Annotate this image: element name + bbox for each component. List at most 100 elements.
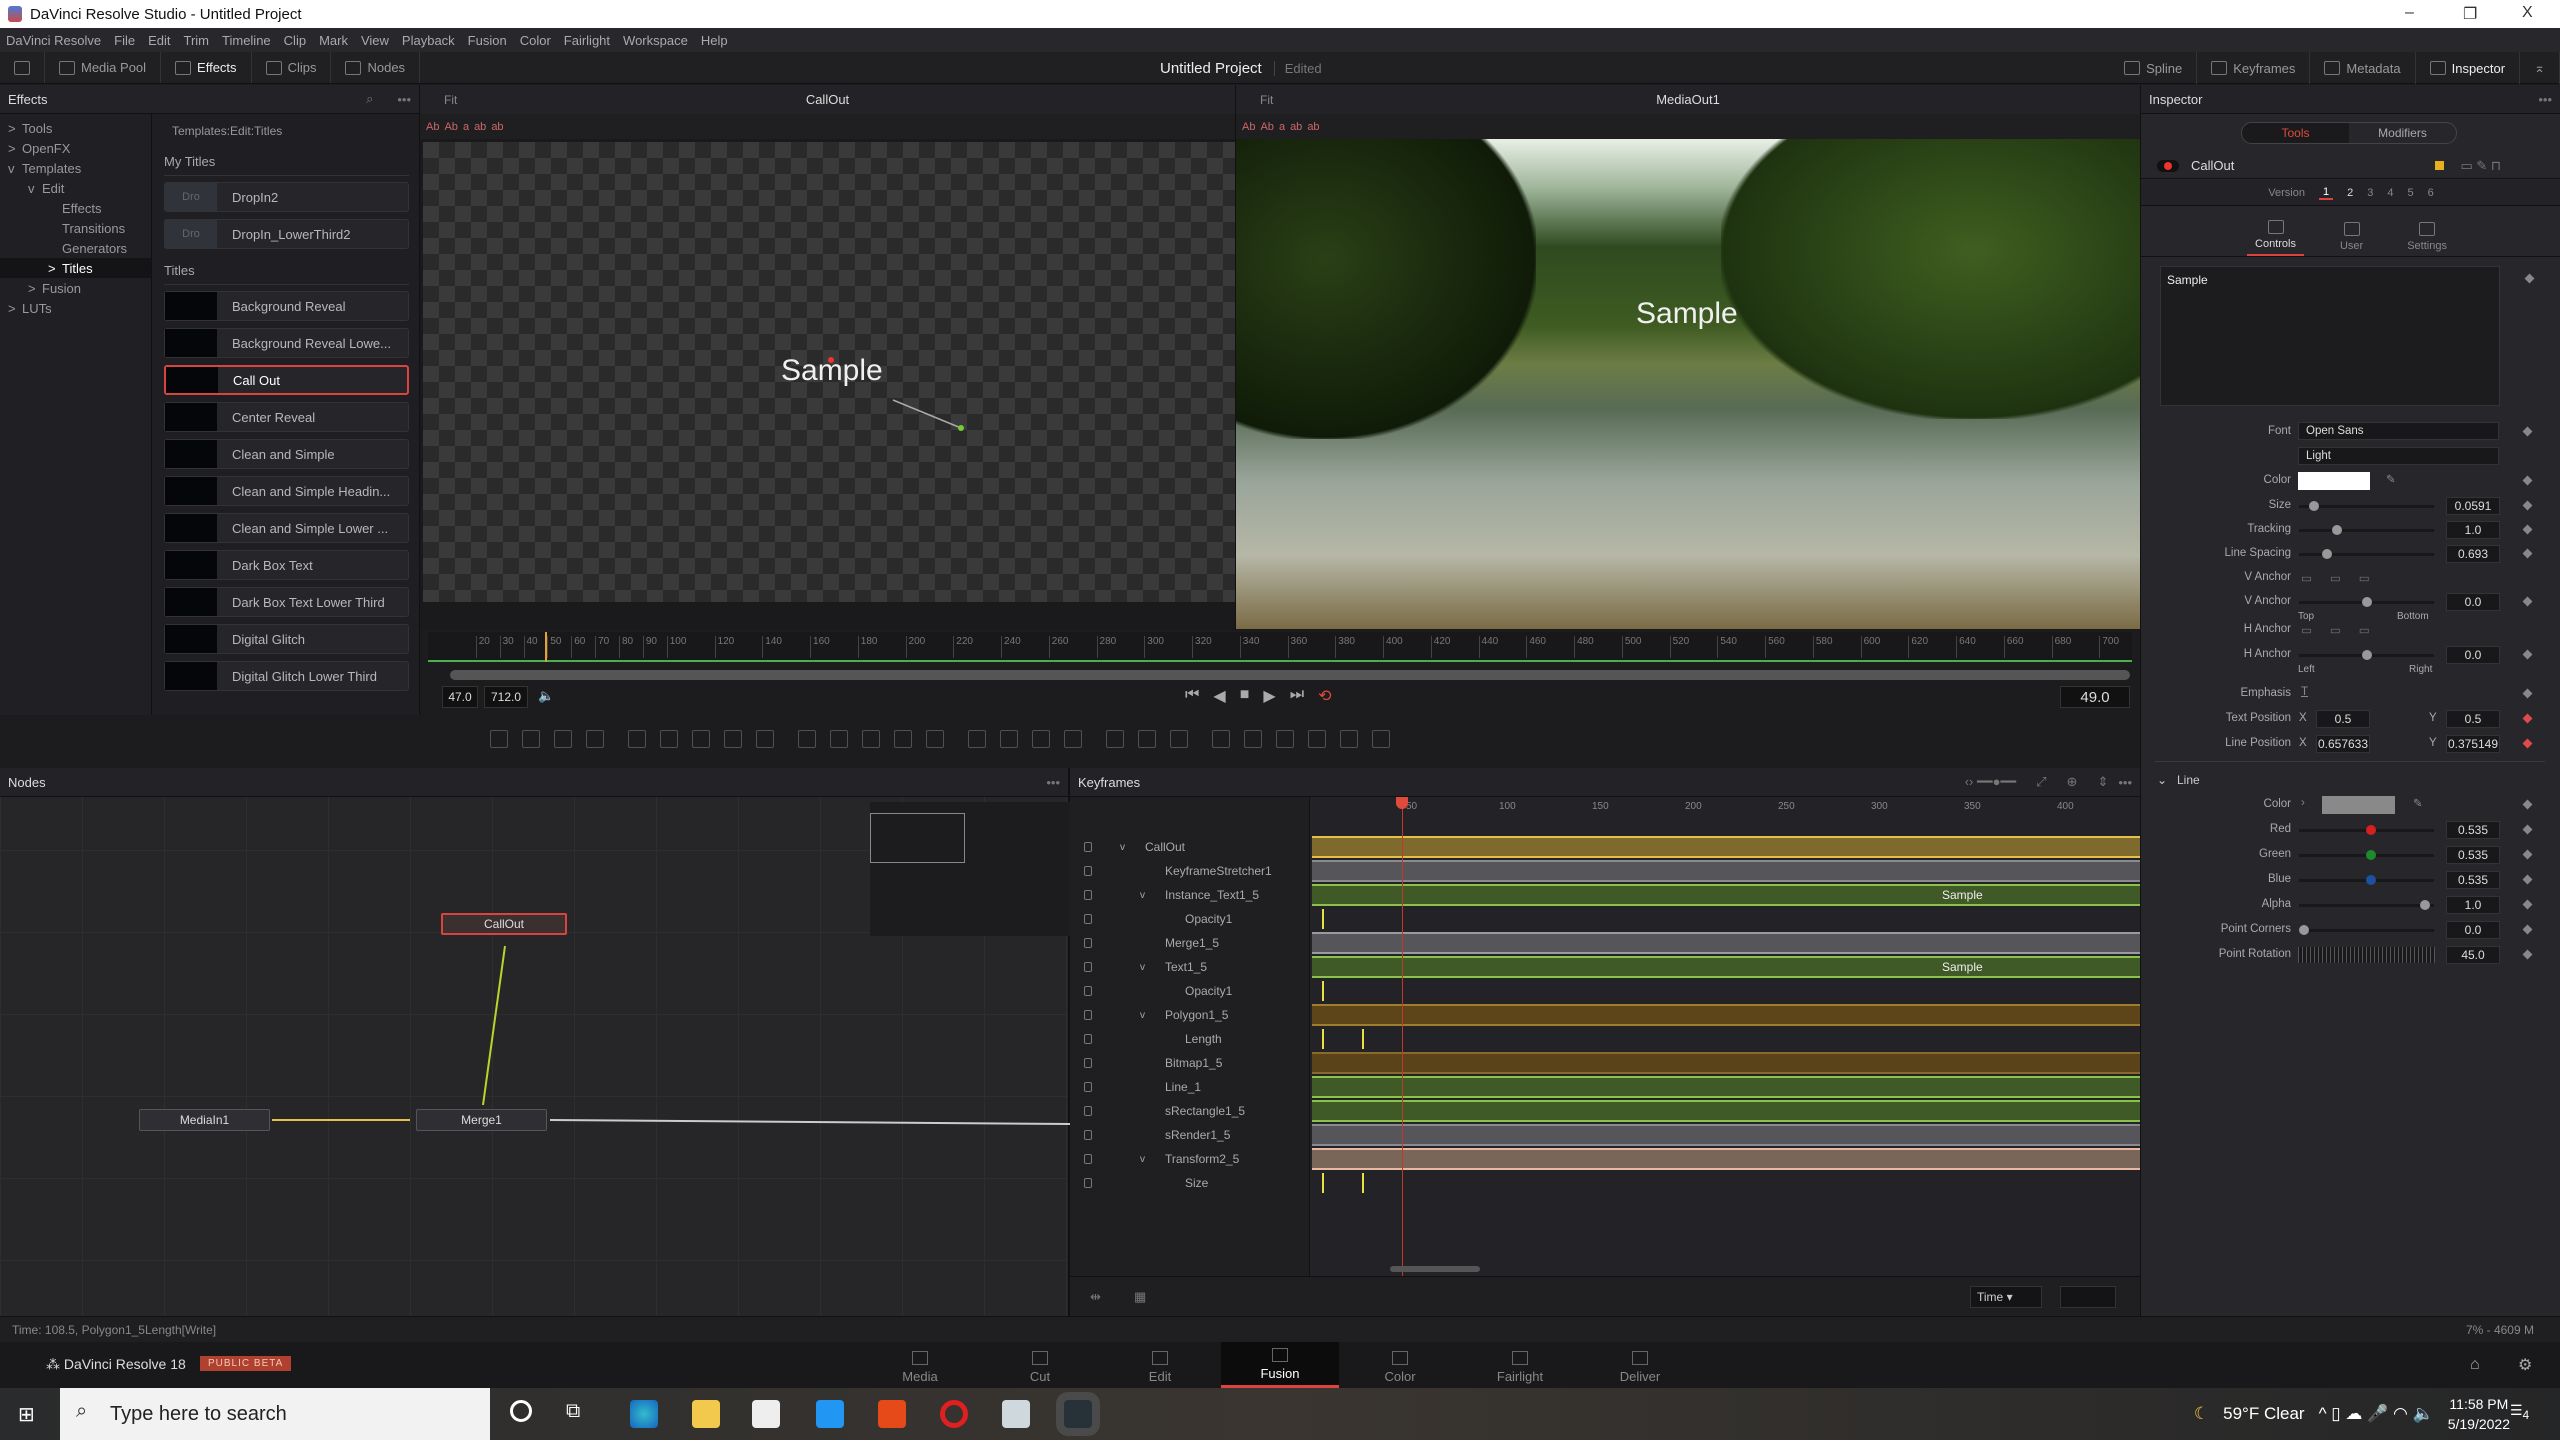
menu-fairlight[interactable]: Fairlight [564,33,610,48]
slider[interactable] [2299,825,2434,835]
menu-workspace[interactable]: Workspace [623,33,688,48]
keyframe-diamond-icon[interactable] [2524,273,2535,284]
keyframe-diamond-icon[interactable] [2522,849,2533,860]
keyframe-diamond-icon[interactable] [2522,924,2533,935]
slider[interactable] [2299,925,2434,935]
slider-knob[interactable] [2365,825,2376,835]
time-stretch-icon[interactable]: ⇹ [1090,1289,1101,1305]
toolbar-media-pool-button[interactable]: Media Pool [45,52,162,83]
ellipse-icon[interactable] [1000,730,1018,748]
kf-track-bar[interactable] [1312,860,2140,882]
kf-row-label[interactable]: Opacity1 [1070,979,1310,1003]
lock-icon[interactable] [1084,890,1092,900]
opera-icon[interactable] [940,1400,968,1428]
slider[interactable] [2299,875,2434,885]
menu-mark[interactable]: Mark [319,33,348,48]
resize-icon[interactable] [894,730,912,748]
value-field[interactable]: 0.0 [2446,593,2500,611]
kf-row-label[interactable]: Length [1070,1027,1310,1051]
notification-center-icon[interactable]: ☰4 [2510,1402,2529,1422]
version-5[interactable]: 5 [2407,187,2413,199]
merge-icon[interactable] [798,730,816,748]
keyframe-diamond-icon[interactable] [2522,426,2533,437]
monitor-app-icon[interactable] [1002,1400,1030,1428]
expand-icon[interactable]: ⇕ [2097,774,2108,790]
cortana-icon[interactable] [510,1400,532,1422]
styled-text-input[interactable]: Sample [2160,266,2500,406]
keyframe-diamond-icon[interactable] [2522,475,2533,486]
keyframe-diamond-icon[interactable] [2522,949,2533,960]
toolbar-keyframes-button[interactable]: Keyframes [2197,52,2311,84]
value-field[interactable]: 0.535 [2446,846,2500,864]
image-plane-icon[interactable] [1244,730,1262,748]
store-icon[interactable] [752,1400,780,1428]
kf-row-label[interactable]: Merge1_5 [1070,931,1310,955]
toolbar-inspector-button[interactable]: Inspector [2416,52,2521,84]
curves-icon[interactable] [692,730,710,748]
file-explorer-icon[interactable] [692,1400,720,1428]
stop-button[interactable]: ■ [1240,686,1250,706]
keyframe-diamond-icon[interactable] [2522,874,2533,885]
menu-trim[interactable]: Trim [184,33,210,48]
value-field[interactable]: 0.5 [2446,710,2500,728]
value-field[interactable]: 1.0 [2446,521,2500,539]
lock-icon[interactable] [1084,842,1092,852]
keyframe-diamond-icon[interactable] [2522,799,2533,810]
lock-icon[interactable] [1084,1154,1092,1164]
lock-icon[interactable] [1084,938,1092,948]
more-options-icon[interactable]: ••• [397,92,411,107]
node-mediain1[interactable]: MediaIn1 [139,1109,270,1131]
menu-file[interactable]: File [114,33,135,48]
rectangle-icon[interactable] [968,730,986,748]
keyframe-diamond-icon[interactable] [2522,548,2533,559]
render-end-field[interactable]: 712.0 [484,686,528,708]
tree-item-titles[interactable]: > Titles [0,258,151,278]
menu-davinci-resolve[interactable]: DaVinci Resolve [6,33,101,48]
tree-item-edit[interactable]: v Edit [0,178,151,198]
kf-row-label[interactable]: Opacity1 [1070,907,1310,931]
page-deliver[interactable]: Deliver [1581,1342,1699,1388]
title-item[interactable]: Background Reveal [164,291,409,321]
menu-playback[interactable]: Playback [402,33,455,48]
tree-item-tools[interactable]: > Tools [0,118,151,138]
more-options-icon[interactable]: ••• [2118,775,2132,790]
play-button[interactable]: ▶ [1263,686,1275,706]
go-to-start-button[interactable]: ⏮ [1185,686,1199,706]
kf-row-label[interactable]: Size [1070,1171,1310,1195]
callout-text[interactable]: Sample [1636,297,1738,331]
planar-tracker-icon[interactable] [1138,730,1156,748]
my-title-item[interactable]: Dro DropIn_LowerThird2 [164,219,409,249]
time-value-field[interactable] [2060,1286,2116,1308]
keyframe-diamond-icon[interactable] [2522,500,2533,511]
paint-icon[interactable] [522,730,540,748]
slider[interactable] [2299,650,2434,660]
keyframe-marker[interactable] [1362,1173,1364,1193]
kf-scrollbar[interactable] [1390,1266,1480,1272]
lock-icon[interactable] [1084,866,1092,876]
tree-item-openfx[interactable]: > OpenFX [0,138,151,158]
toolbar-nodes-button[interactable]: Nodes [331,52,421,83]
kf-row-label[interactable]: v Instance_Text1_5 [1070,883,1310,907]
settings-gear-icon[interactable]: ⚙ [2518,1355,2532,1375]
tab-modifiers[interactable]: Modifiers [2349,123,2456,143]
windows-start-icon[interactable]: ⊞ [18,1402,35,1427]
particles-icon[interactable] [628,730,646,748]
keyframe-diamond-icon[interactable] [2522,738,2533,749]
lock-icon[interactable] [1084,914,1092,924]
page-media[interactable]: Media [861,1342,979,1388]
slider[interactable] [2299,501,2434,511]
value-field[interactable]: 0.0 [2446,646,2500,664]
office-icon[interactable] [878,1400,906,1428]
node-merge1[interactable]: Merge1 [416,1109,547,1131]
workspace-toggle-button[interactable] [0,52,45,83]
version-2[interactable]: 2 [2347,187,2353,199]
keyframe-diamond-icon[interactable] [2522,713,2533,724]
version-6[interactable]: 6 [2428,187,2434,199]
lock-icon[interactable] [1084,1178,1092,1188]
spreadsheet-icon[interactable]: ▦ [1134,1289,1146,1305]
rotation-thumbwheel[interactable] [2298,947,2435,963]
time-mode-dropdown[interactable]: Time ▾ [1970,1286,2042,1308]
title-item[interactable]: Dark Box Text [164,550,409,580]
page-fairlight[interactable]: Fairlight [1461,1342,1579,1388]
camera3d-icon[interactable] [1372,730,1390,748]
